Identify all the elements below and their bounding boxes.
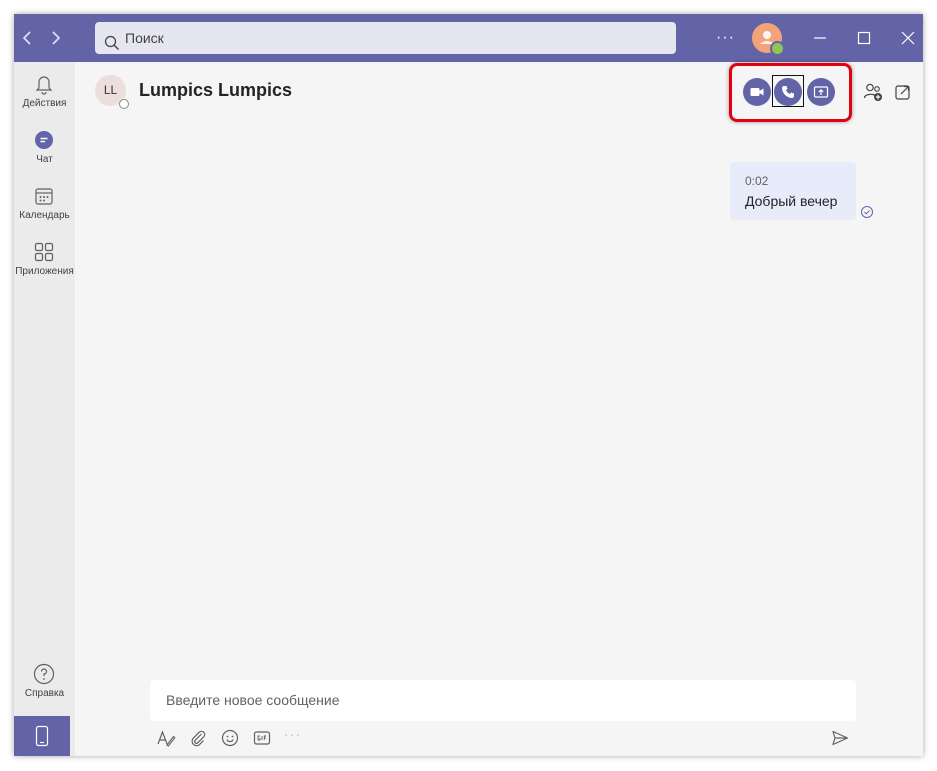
audio-call-button[interactable] <box>774 78 802 106</box>
pop-out-icon[interactable] <box>892 81 914 103</box>
mobile-app-button[interactable] <box>14 716 70 756</box>
video-call-button[interactable] <box>743 78 771 106</box>
phone-icon <box>782 86 794 98</box>
more-tools-button[interactable]: ··· <box>284 726 301 742</box>
back-arrow-icon[interactable] <box>17 26 39 50</box>
gif-icon[interactable] <box>252 728 272 748</box>
title-bar: Поиск ··· <box>14 14 923 62</box>
search-placeholder: Поиск <box>125 30 164 46</box>
emoji-icon[interactable] <box>220 728 240 748</box>
rail-item-calendar[interactable]: Календарь <box>14 184 75 234</box>
phone-device-icon <box>35 725 49 747</box>
attach-icon[interactable] <box>188 728 208 748</box>
format-text-icon[interactable] <box>156 728 176 748</box>
rail-item-label: Чат <box>36 154 53 165</box>
rail-item-apps[interactable]: Приложения <box>14 240 75 290</box>
app-rail: Действия Чат Календарь Приложения Справк… <box>14 62 75 756</box>
add-people-icon[interactable] <box>862 81 884 103</box>
message-bubble[interactable]: 0:02 Добрый вечер <box>730 162 856 220</box>
rail-item-chat[interactable]: Чат <box>14 128 75 178</box>
share-screen-icon <box>813 86 829 98</box>
message-compose-input[interactable]: Введите новое сообщение <box>150 680 856 721</box>
forward-arrow-icon[interactable] <box>44 26 66 50</box>
contact-avatar[interactable]: LL <box>95 75 129 109</box>
rail-item-activity[interactable]: Действия <box>14 72 75 122</box>
teams-window: Поиск ··· Действия Чат Календарь Приложе… <box>14 14 923 756</box>
calendar-icon <box>32 184 56 208</box>
more-options-button[interactable]: ··· <box>716 24 735 52</box>
presence-available-icon <box>770 41 785 56</box>
help-icon <box>32 662 56 686</box>
message-time: 0:02 <box>745 174 769 188</box>
rail-item-label: Действия <box>22 98 67 109</box>
rail-item-label: Справка <box>24 688 65 699</box>
share-screen-button[interactable] <box>807 78 835 106</box>
video-camera-icon <box>750 88 764 96</box>
rail-item-label: Календарь <box>19 210 70 221</box>
avatar-initials: LL <box>103 83 118 97</box>
rail-item-help[interactable]: Справка <box>14 662 75 712</box>
chat-icon <box>32 128 56 152</box>
apps-icon <box>32 240 56 264</box>
presence-offline-icon <box>119 99 129 109</box>
compose-placeholder: Введите новое сообщение <box>166 692 340 708</box>
message-text: Добрый вечер <box>745 193 838 209</box>
bell-icon <box>32 72 56 96</box>
search-input[interactable]: Поиск <box>95 22 676 54</box>
maximize-icon[interactable] <box>852 26 876 50</box>
message-seen-icon <box>860 205 874 219</box>
profile-avatar[interactable] <box>752 23 785 56</box>
send-icon[interactable] <box>830 728 850 748</box>
rail-item-label: Приложения <box>15 266 74 277</box>
chat-title: Lumpics Lumpics <box>139 80 293 100</box>
search-icon <box>104 30 120 50</box>
close-icon[interactable] <box>896 26 920 50</box>
minimize-icon[interactable] <box>808 26 832 50</box>
